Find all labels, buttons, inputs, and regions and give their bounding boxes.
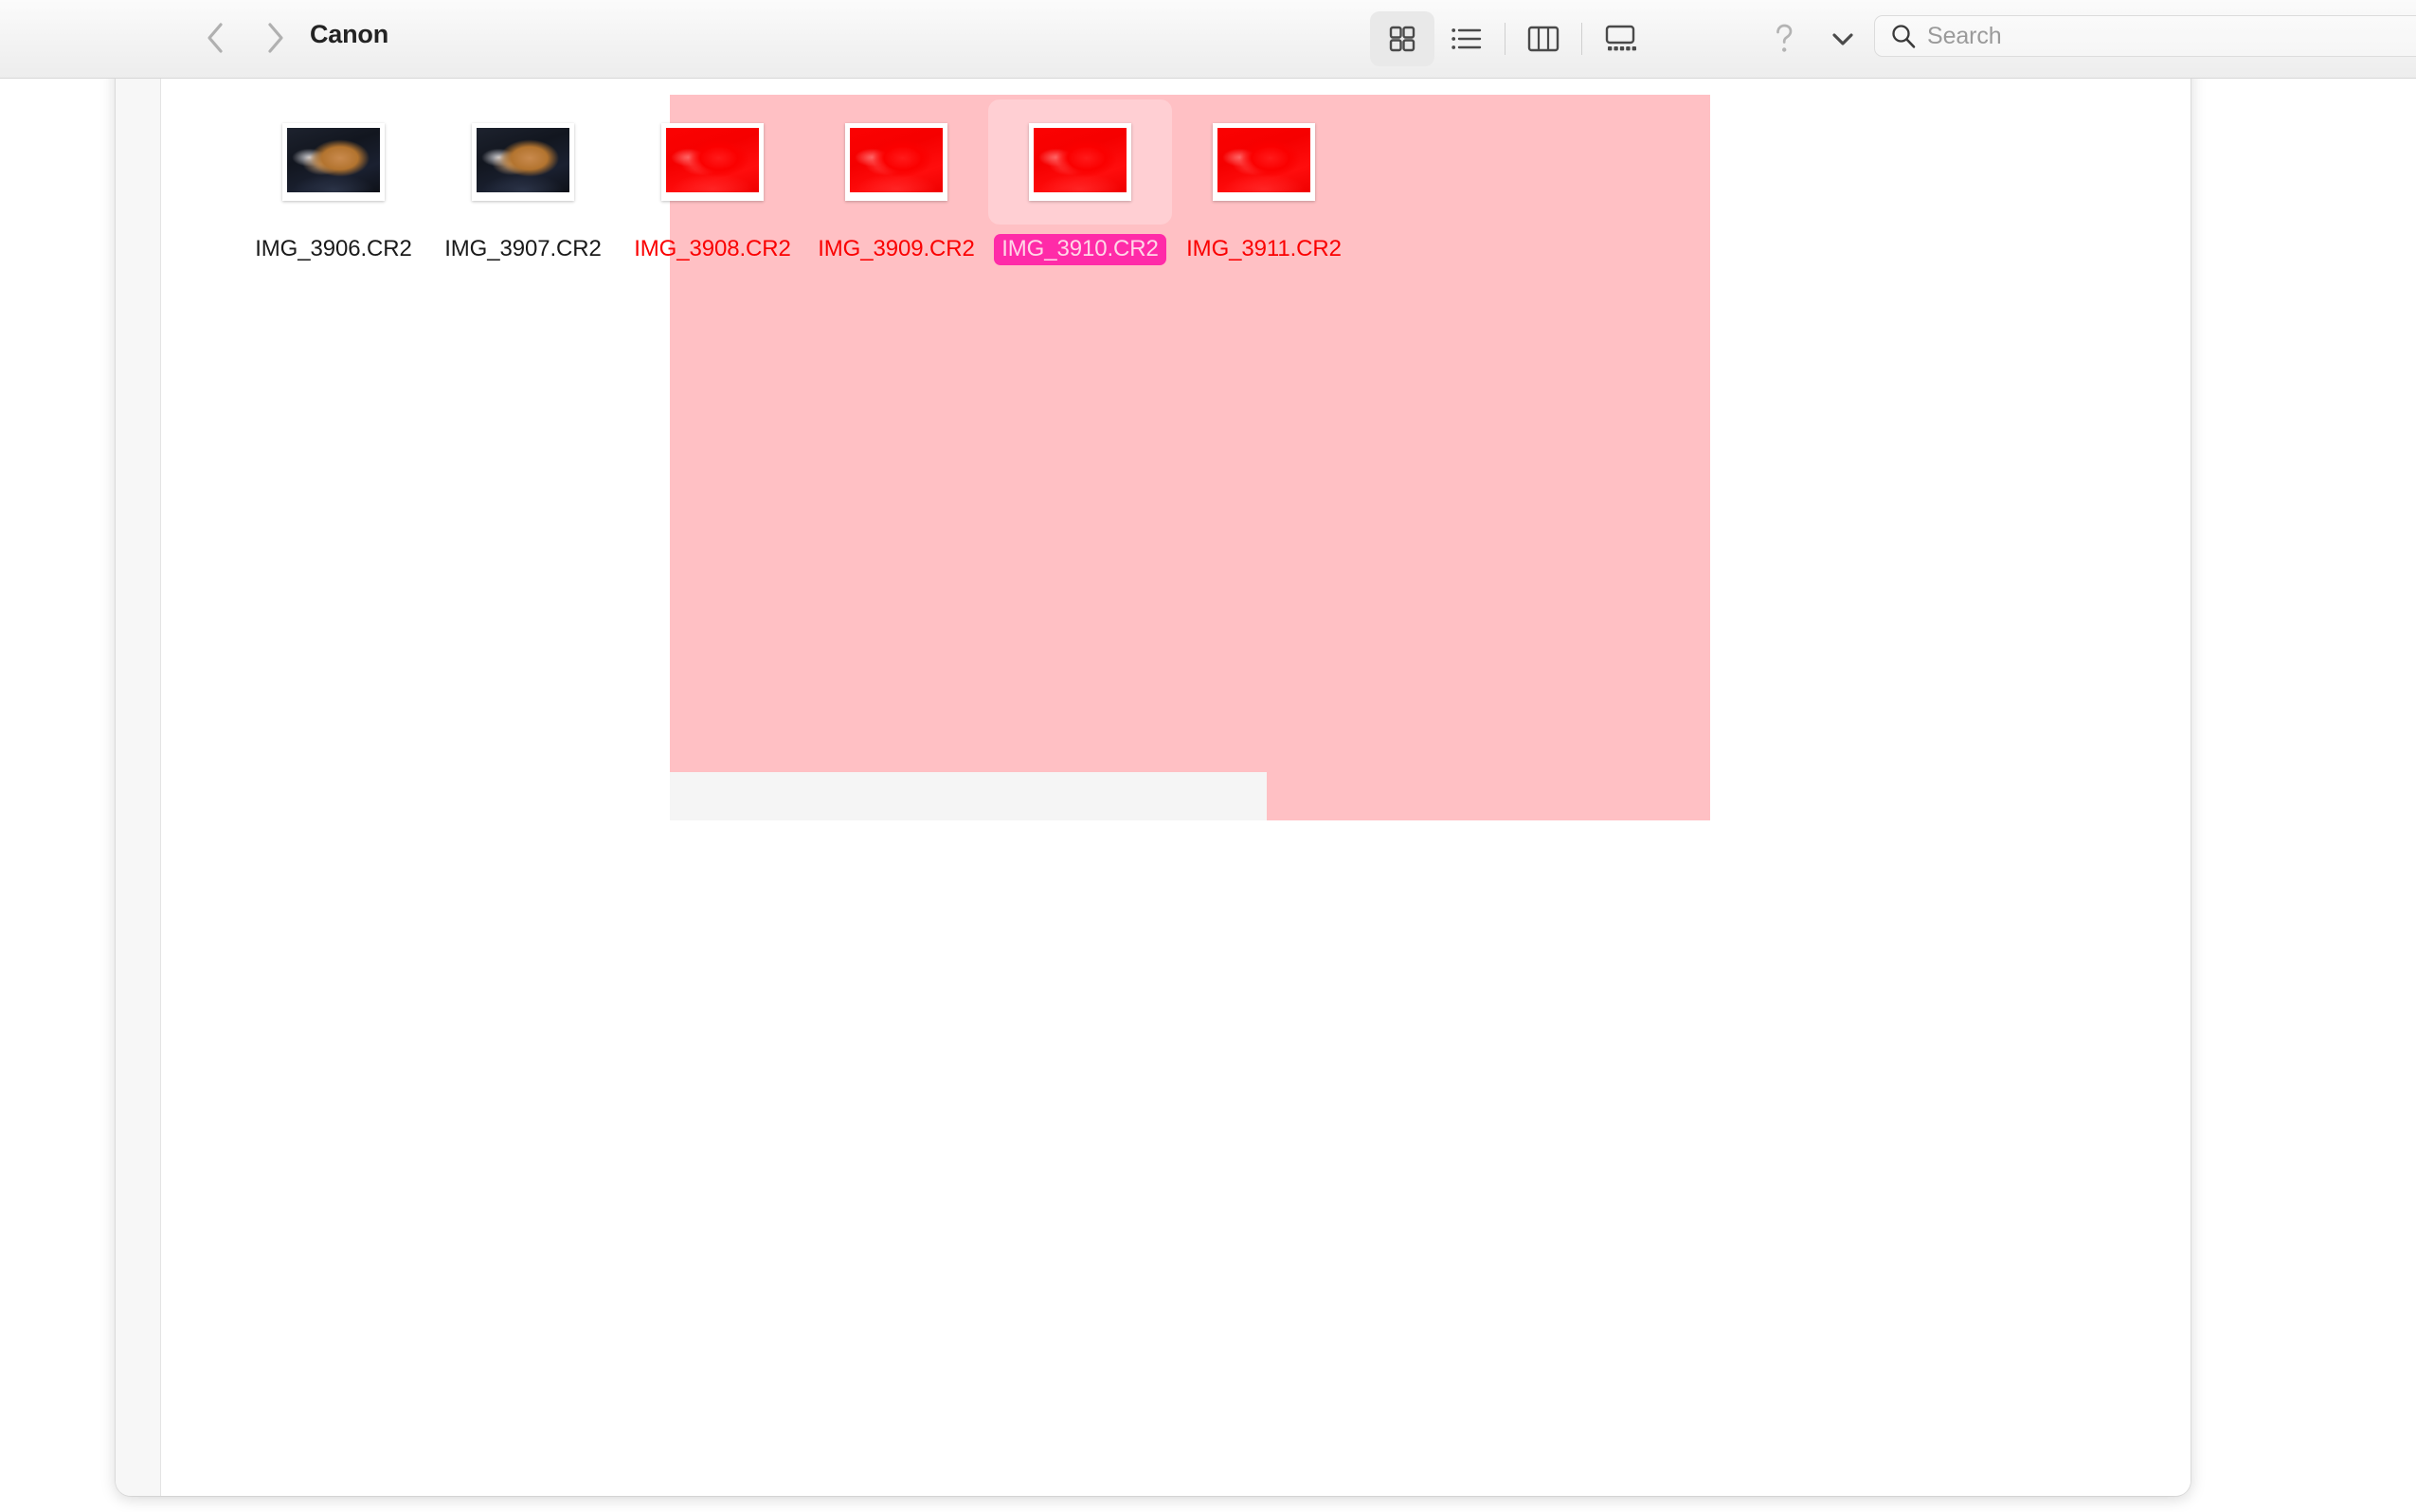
cat-photo-icon [850, 128, 943, 192]
thumbnail-container [804, 99, 988, 225]
cat-photo-icon [666, 128, 759, 192]
pink-overlay-region-right [1267, 772, 1710, 820]
file-item-selected[interactable]: IMG_3910.CR2 [988, 99, 1172, 265]
forward-button[interactable] [255, 17, 297, 59]
thumbnail-container [431, 99, 615, 225]
file-name-label: IMG_3908.CR2 [634, 236, 791, 261]
columns-icon [1527, 26, 1560, 52]
question-mark-icon [1776, 24, 1793, 52]
nav-buttons [194, 17, 297, 59]
thumbnail-container [621, 99, 804, 225]
pink-overlay-region-bottom [670, 491, 1710, 818]
view-mode-list-view[interactable] [1434, 11, 1499, 66]
thumbnail-container [242, 99, 425, 225]
chevron-left-icon [207, 23, 223, 53]
grid-icon [1389, 26, 1415, 52]
toolbar: Canon Search [0, 0, 2416, 79]
file-name-label: IMG_3907.CR2 [444, 236, 602, 261]
cat-photo-icon [287, 128, 380, 192]
file-name-label: IMG_3911.CR2 [1186, 236, 1342, 261]
photo-thumbnail [1213, 123, 1315, 201]
file-item[interactable]: IMG_3907.CR2 [431, 99, 615, 265]
cat-photo-icon [1034, 128, 1127, 192]
search-field[interactable]: Search [1874, 15, 2416, 57]
file-browser-card: IMG_3906.CR2 IMG_3907.CR2 IMG_3908.CR2 I… [116, 52, 2191, 1496]
file-list-area[interactable]: IMG_3906.CR2 IMG_3907.CR2 IMG_3908.CR2 I… [161, 52, 2191, 1496]
photo-thumbnail [282, 123, 385, 201]
gray-overlay-patch [670, 772, 1267, 820]
file-item[interactable]: IMG_3909.CR2 [804, 99, 988, 265]
photo-thumbnail [845, 123, 947, 201]
file-item[interactable]: IMG_3908.CR2 [621, 99, 804, 265]
file-name-label-selected: IMG_3910.CR2 [994, 234, 1166, 265]
file-name-label: IMG_3906.CR2 [255, 236, 412, 261]
file-name-label: IMG_3909.CR2 [818, 236, 975, 261]
toolbar-overflow-button[interactable] [1821, 13, 1865, 64]
sidebar [116, 52, 161, 1496]
view-mode-group [1370, 11, 1652, 66]
photo-thumbnail [661, 123, 764, 201]
view-mode-icon-view[interactable] [1370, 11, 1434, 66]
gallery-icon [1605, 25, 1636, 51]
view-separator-2 [1581, 23, 1582, 55]
search-input-placeholder[interactable]: Search [1927, 23, 2002, 50]
cat-photo-icon [477, 128, 569, 192]
photo-thumbnail [472, 123, 574, 201]
search-icon [1890, 23, 1917, 49]
chevron-right-icon [268, 23, 283, 53]
view-mode-column-view[interactable] [1511, 11, 1576, 66]
file-item[interactable]: IMG_3911.CR2 [1172, 99, 1356, 265]
view-mode-gallery-view[interactable] [1588, 11, 1652, 66]
thumbnail-container [1172, 99, 1356, 225]
back-button[interactable] [194, 17, 236, 59]
list-icon [1451, 28, 1482, 49]
file-item[interactable]: IMG_3906.CR2 [242, 99, 425, 265]
photo-thumbnail [1029, 123, 1131, 201]
thumbnail-container [988, 99, 1172, 225]
cat-photo-icon [1217, 128, 1310, 192]
help-button[interactable] [1762, 13, 1806, 64]
page-title: Canon [310, 20, 388, 48]
chevron-down-icon [1832, 33, 1853, 45]
finder-window: Canon Search IMG_3906.CR2 IMG_3907.CR2 I… [0, 0, 2416, 1512]
